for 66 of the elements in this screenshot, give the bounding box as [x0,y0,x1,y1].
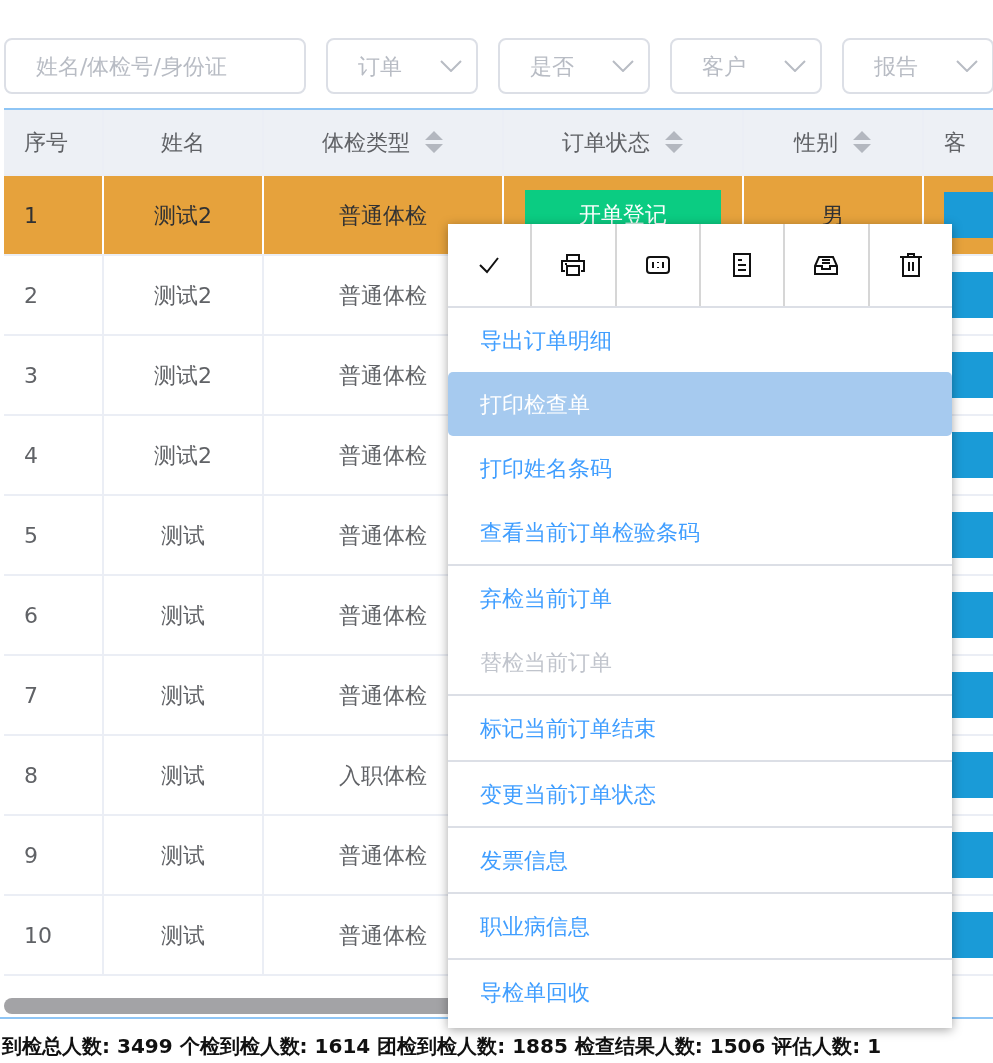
trash-icon [897,252,924,278]
menu-item[interactable]: 弃检当前订单 [448,566,952,630]
inbox-button[interactable] [785,224,870,306]
table-cell-text: 8 [24,761,38,790]
table-cell-text: 测试 [161,841,205,870]
menu-item[interactable]: 标记当前订单结束 [448,696,952,760]
table-cell-text: 普通体检 [339,681,427,710]
table-cell-text: 测试 [161,681,205,710]
table-cell-text: 5 [24,521,38,550]
select-field[interactable]: 报告 [842,38,993,94]
table-cell-text: 1 [24,201,38,230]
trash-button[interactable] [869,224,952,306]
table-cell-text: 测试2 [154,201,212,230]
table-cell-text: 普通体检 [339,361,427,390]
printer-icon [560,252,587,278]
chevron-down-icon [612,60,634,72]
column-header: 姓名 [161,128,205,157]
table-cell-text: 测试 [161,761,205,790]
table-cell-text: 测试 [161,601,205,630]
table-cell-text: 普通体检 [339,601,427,630]
table-cell-text: 测试2 [154,281,212,310]
menu-item[interactable]: 变更当前订单状态 [448,762,952,826]
column-header: 订单状态 [562,128,650,157]
barcode-button[interactable] [616,224,701,306]
table-cell-text: 7 [24,681,38,710]
chevron-down-icon [784,60,806,72]
select-field[interactable]: 订单 [326,38,478,94]
table-cell-text: 普通体检 [339,521,427,550]
column-header: 序号 [24,128,68,157]
menu-item[interactable]: 打印姓名条码 [448,436,952,500]
table-cell-text: 测试2 [154,441,212,470]
menu-item[interactable]: 发票信息 [448,828,952,892]
column-header: 体检类型 [322,128,410,157]
search-field[interactable]: 姓名/体检号/身份证 [4,38,306,94]
chevron-down-icon [956,60,978,72]
chevron-down-icon [440,60,462,72]
table-cell-text: 测试2 [154,361,212,390]
table-cell-text: 测试 [161,921,205,950]
menu-item[interactable]: 导检单回收 [448,960,952,1024]
check-button[interactable] [448,224,533,306]
table-cell-text: 4 [24,441,38,470]
select-field[interactable]: 是否 [498,38,650,94]
summary-text: 到检总人数: 3499 个检到检人数: 1614 团检到检人数: 1885 检查结果人数: 1506 评估人数: 1 [2,1034,882,1058]
select-field[interactable]: 客户 [670,38,822,94]
table-cell-text: 9 [24,841,38,870]
printer-button[interactable] [532,224,617,306]
table-cell-text: 测试 [161,521,205,550]
table-cell-text: 入职体检 [339,761,427,790]
table-cell-text: 普通体检 [339,441,427,470]
action-button[interactable] [944,192,993,238]
table-cell-text: 男 [822,201,844,230]
table-cell-text: 3 [24,361,38,390]
menu-item[interactable]: 查看当前订单检验条码 [448,500,952,564]
table-cell-text: 普通体检 [339,841,427,870]
table-cell-text: 普通体检 [339,201,427,230]
column-header: 性别 [794,128,838,157]
menu-item[interactable]: 打印检查单 [448,372,952,436]
document-button[interactable] [701,224,786,306]
table-cell-text: 10 [24,921,52,950]
menu-item[interactable]: 职业病信息 [448,894,952,958]
menu-item[interactable]: 导出订单明细 [448,308,952,372]
column-header: 客 [944,128,966,157]
table-cell-text: 2 [24,281,38,310]
table-cell-text: 6 [24,601,38,630]
table-cell-text: 普通体检 [339,921,427,950]
table-cell-text: 普通体检 [339,281,427,310]
